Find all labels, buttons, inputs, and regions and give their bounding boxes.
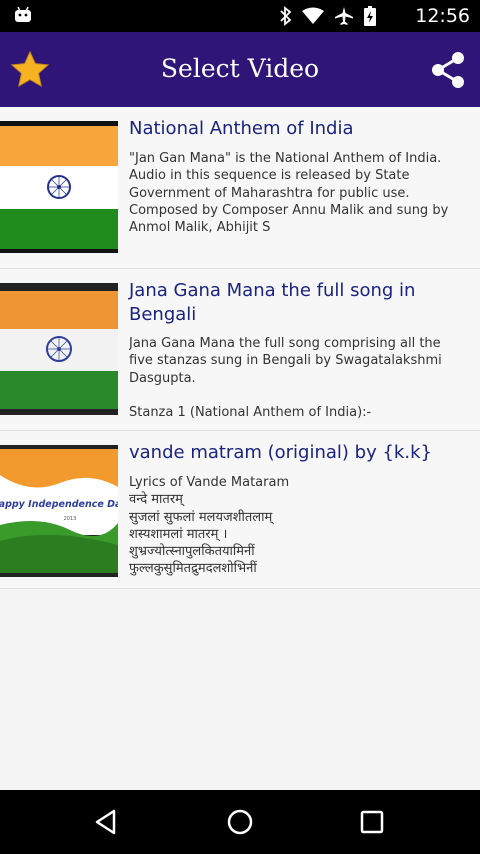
video-thumbnail[interactable]: Happy Independence Day 2013 [0, 445, 118, 577]
back-button[interactable] [82, 804, 130, 840]
battery-icon [364, 6, 376, 26]
system-icons [280, 6, 376, 26]
video-title: Jana Gana Mana the full song in Bengali [129, 280, 416, 325]
video-list-item[interactable]: Jana Gana Mana the full song in Bengali … [0, 269, 480, 431]
home-button[interactable] [216, 804, 264, 840]
video-description: Jana Gana Mana the full song comprising … [129, 336, 442, 421]
video-list: National Anthem of India "Jan Gan Mana" … [0, 107, 480, 589]
video-description: Lyrics of Vande Mataram वन्दे मातरम् सुज… [129, 475, 290, 577]
indian-flag-image [0, 283, 118, 415]
recents-button[interactable] [348, 804, 396, 840]
independence-day-banner-image: Happy Independence Day 2013 [0, 445, 118, 577]
page-title: Select Video [160, 54, 320, 83]
video-description: "Jan Gan Mana" is the National Anthem of… [129, 151, 449, 236]
status-bar: 12:56 [0, 0, 480, 32]
home-icon [227, 809, 253, 835]
indian-flag-image [0, 121, 118, 253]
bluetooth-icon [280, 6, 292, 26]
video-thumbnail[interactable] [0, 121, 118, 253]
video-thumbnail[interactable] [0, 283, 118, 415]
video-list-item[interactable]: Happy Independence Day 2013 vande matram… [0, 431, 480, 589]
share-button[interactable] [426, 48, 470, 92]
video-title: vande matram (original) by {k.k} [129, 442, 432, 463]
recents-icon [360, 810, 384, 834]
app-bar: Select Video [0, 32, 480, 107]
video-list-item[interactable]: National Anthem of India "Jan Gan Mana" … [0, 107, 480, 269]
svg-text:2013: 2013 [64, 516, 77, 522]
airplane-mode-icon [335, 7, 353, 25]
back-icon [95, 809, 116, 835]
status-clock: 12:56 [415, 5, 470, 27]
banner-text: Happy Independence Day [0, 499, 118, 510]
android-notification-icon [15, 7, 31, 22]
share-icon [432, 52, 464, 88]
video-title: National Anthem of India [129, 118, 354, 139]
wifi-icon [302, 7, 324, 24]
navigation-bar [0, 790, 480, 854]
